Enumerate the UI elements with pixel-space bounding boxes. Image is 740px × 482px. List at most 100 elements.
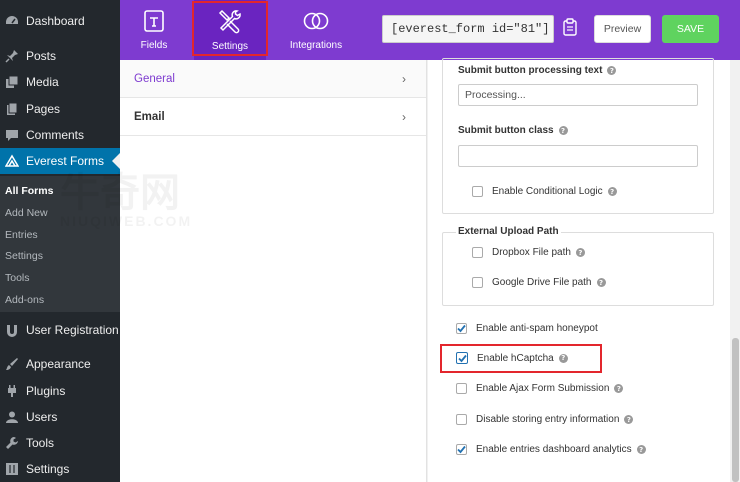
menu-posts[interactable]: Posts (0, 43, 120, 69)
checkbox-box[interactable] (456, 444, 467, 455)
menu-pages[interactable]: Pages (0, 96, 120, 122)
help-icon[interactable]: ? (607, 187, 617, 196)
help-icon[interactable]: ? (575, 248, 585, 257)
help-icon[interactable]: ? (624, 415, 634, 424)
chevron-right-icon: › (402, 71, 406, 86)
menu-appearance[interactable]: Appearance (0, 351, 120, 377)
checkbox-box[interactable] (472, 277, 483, 288)
wp-admin-sidebar: Dashboard Posts Media Pages Comments Eve… (0, 0, 120, 482)
menu-label: Users (26, 410, 58, 424)
plug-icon (2, 381, 22, 401)
shortcode-field[interactable]: [everest_form id="81"] (382, 15, 554, 43)
submit-processing-input[interactable]: Processing... (458, 84, 698, 106)
checkbox-box[interactable] (456, 323, 467, 334)
menu-label: Tools (26, 436, 55, 450)
external-upload-group (442, 232, 714, 306)
menu-user-registration[interactable]: User Registration (0, 317, 120, 343)
checkbox-box[interactable] (456, 414, 467, 425)
checkbox-label: Enable Ajax Form Submission (476, 383, 610, 394)
conditional-logic-checkbox[interactable]: Enable Conditional Logic ? (472, 186, 617, 197)
preview-button[interactable]: Preview (594, 15, 651, 43)
help-icon[interactable]: ? (596, 278, 606, 287)
menu-label: Comments (26, 128, 85, 142)
menu-tools[interactable]: Tools (0, 430, 120, 456)
checkbox-label: Disable storing entry information (476, 414, 620, 425)
external-upload-title: External Upload Path (456, 226, 561, 237)
google-drive-path-checkbox[interactable]: Google Drive File path ? (472, 277, 606, 288)
user-registration-icon (2, 320, 22, 340)
tools-icon (217, 8, 243, 37)
checkbox-label: Enable entries dashboard analytics (476, 444, 632, 455)
checkbox-label: Google Drive File path (492, 277, 592, 288)
menu-everest-forms[interactable]: Everest Forms (0, 148, 120, 174)
nav-email-label: Email (134, 110, 165, 123)
integrations-icon (302, 9, 330, 36)
menu-label: Posts (26, 49, 57, 63)
pages-icon (2, 99, 22, 119)
nav-general[interactable]: General › (120, 60, 426, 98)
submenu-add-new[interactable]: Add New (5, 207, 48, 219)
anti-spam-checkbox[interactable]: Enable anti-spam honeypot (456, 323, 598, 334)
chevron-right-icon: › (402, 109, 406, 124)
brush-icon (2, 354, 22, 374)
menu-label: User Registration (26, 323, 119, 337)
everest-forms-submenu: All Forms Add New Entries Settings Tools… (0, 176, 120, 312)
checkbox-box[interactable] (456, 352, 468, 364)
nav-email[interactable]: Email › (120, 98, 426, 136)
checkbox-label: Enable Conditional Logic (492, 186, 603, 197)
scrollbar-thumb[interactable] (732, 338, 739, 482)
menu-users[interactable]: Users (0, 404, 120, 430)
menu-label: Everest Forms (26, 154, 105, 168)
label-text: Submit button class (458, 125, 554, 136)
settings-grid-icon (2, 459, 22, 479)
submenu-settings[interactable]: Settings (5, 250, 43, 262)
menu-plugins[interactable]: Plugins (0, 378, 120, 404)
entries-analytics-checkbox[interactable]: Enable entries dashboard analytics ? (456, 444, 646, 455)
menu-media[interactable]: Media (0, 69, 120, 95)
nav-general-label: General (134, 72, 175, 85)
copy-shortcode-button[interactable] (557, 15, 583, 43)
menu-label: Settings (26, 462, 70, 476)
help-icon[interactable]: ? (607, 66, 617, 75)
dropbox-path-checkbox[interactable]: Dropbox File path ? (472, 247, 585, 258)
menu-settings[interactable]: Settings (0, 456, 120, 482)
submenu-all-forms[interactable]: All Forms (5, 185, 53, 197)
submit-class-input[interactable] (458, 145, 698, 167)
submit-processing-label: Submit button processing text ? (458, 65, 617, 76)
checkbox-box[interactable] (472, 247, 483, 258)
help-icon[interactable]: ? (558, 353, 568, 363)
media-icon (2, 72, 22, 92)
help-icon[interactable]: ? (558, 126, 568, 135)
scrollbar[interactable] (730, 60, 740, 482)
tab-fields[interactable]: Fields (120, 0, 188, 60)
menu-label: Dashboard (26, 14, 85, 28)
tab-settings[interactable]: Settings (194, 0, 266, 60)
dashboard-icon (2, 11, 22, 31)
users-icon (2, 407, 22, 427)
hcaptcha-checkbox[interactable]: Enable hCaptcha ? (456, 352, 568, 364)
submit-class-label: Submit button class ? (458, 125, 568, 136)
ajax-submission-checkbox[interactable]: Enable Ajax Form Submission ? (456, 383, 624, 394)
settings-panel: Submit button processing text ? Processi… (428, 58, 740, 482)
submenu-addons[interactable]: Add-ons (5, 294, 44, 306)
tab-integrations-label: Integrations (289, 40, 343, 51)
checkbox-label: Enable hCaptcha (477, 352, 554, 364)
checkbox-box[interactable] (472, 186, 483, 197)
help-icon[interactable]: ? (614, 384, 624, 393)
label-text: Submit button processing text (458, 65, 603, 76)
menu-comments[interactable]: Comments (0, 122, 120, 148)
submenu-tools[interactable]: Tools (5, 272, 30, 284)
checkbox-box[interactable] (456, 383, 467, 394)
tab-settings-label: Settings (211, 41, 249, 52)
disable-storing-checkbox[interactable]: Disable storing entry information ? (456, 414, 634, 425)
submenu-entries[interactable]: Entries (5, 229, 38, 241)
help-icon[interactable]: ? (636, 445, 646, 454)
tab-fields-label: Fields (140, 40, 168, 51)
menu-dashboard[interactable]: Dashboard (0, 8, 120, 34)
everest-forms-icon (2, 151, 22, 171)
save-button[interactable]: SAVE (662, 15, 719, 43)
menu-label: Media (26, 75, 59, 89)
menu-label: Plugins (26, 384, 66, 398)
clipboard-icon (562, 17, 578, 41)
tab-integrations[interactable]: Integrations (280, 0, 352, 60)
